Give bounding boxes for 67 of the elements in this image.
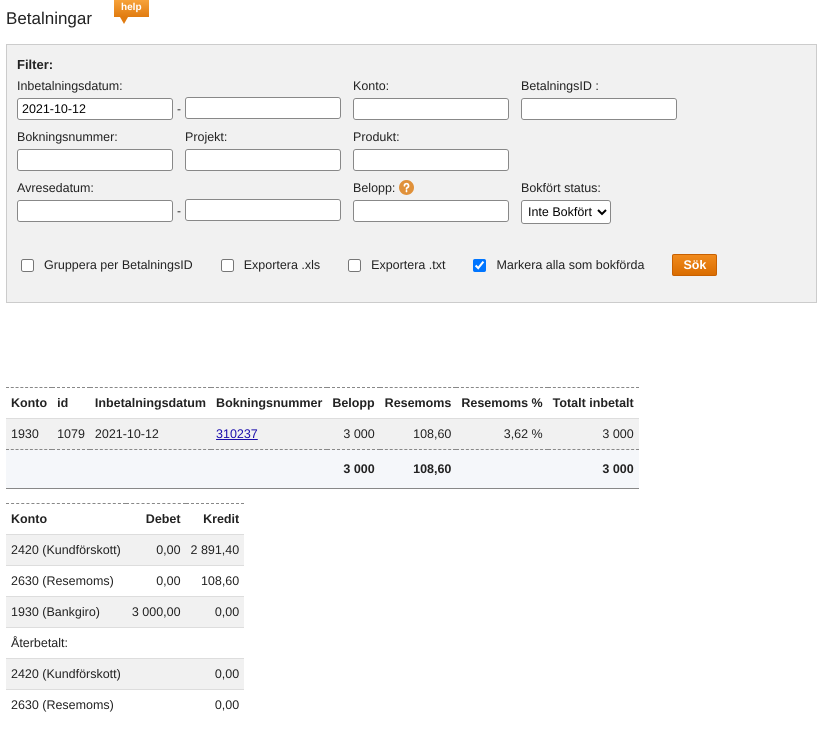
text-field[interactable] [353, 149, 509, 171]
text-field[interactable] [185, 149, 341, 171]
date-to-field[interactable] [185, 199, 341, 221]
table-cell: 0,00 [186, 596, 244, 628]
range-dash: - [176, 204, 182, 218]
text-field[interactable] [353, 98, 509, 120]
page-title: Betalningar [6, 9, 92, 29]
total-cell: 108,60 [380, 450, 456, 488]
status-select[interactable]: Inte Bokfört [521, 200, 611, 224]
column-header: Konto [6, 504, 126, 534]
table-cell: 2 891,40 [186, 534, 244, 566]
column-header: Totalt inbetalt [548, 388, 639, 418]
column-header: Konto [6, 388, 52, 418]
column-header: Debet [126, 504, 186, 534]
table-cell: 2021-10-12 [90, 418, 212, 450]
column-header: Resemoms [380, 388, 456, 418]
booking-link[interactable]: 310237 [216, 427, 258, 441]
checkbox-label: Exportera .txt [371, 258, 446, 272]
field-label: Produkt: [353, 130, 400, 144]
checkbox-label: Exportera .xls [244, 258, 320, 272]
range-dash: - [176, 102, 182, 116]
table-cell: 3 000,00 [126, 596, 186, 628]
table-cell: 2630 (Resemoms) [6, 566, 126, 596]
checkbox[interactable] [473, 258, 486, 272]
table-cell: 1930 (Bankgiro) [6, 596, 126, 628]
total-cell: 3 000 [327, 450, 380, 488]
table-cell: 0,00 [126, 534, 186, 566]
date-from-field[interactable]: 2021-10-12 [17, 98, 173, 120]
table-cell: 3 000 [327, 418, 380, 450]
field-label: Konto: [353, 79, 390, 93]
text-field[interactable] [353, 200, 509, 222]
table-cell: 1079 [52, 418, 90, 450]
help-icon[interactable] [399, 180, 414, 195]
table-cell: 3 000 [548, 418, 639, 450]
text-field[interactable] [17, 149, 173, 171]
table-cell: 0,00 [186, 658, 244, 690]
column-header: Inbetalningsdatum [90, 388, 212, 418]
column-header: Kredit [186, 504, 244, 534]
checkbox[interactable] [21, 258, 34, 272]
section-label: Återbetalt: [6, 628, 244, 658]
column-header: Bokningsnummer [211, 388, 328, 418]
table-cell: 0,00 [126, 566, 186, 596]
column-header: id [52, 388, 90, 418]
field-label: Projekt: [185, 130, 228, 144]
field-label: Belopp: [353, 180, 396, 194]
field-label: Avresedatum: [17, 181, 94, 195]
filter-title: Filter: [17, 57, 54, 72]
date-to-field[interactable] [185, 97, 341, 119]
field-label: Bokningsnummer: [17, 130, 118, 144]
checkbox[interactable] [220, 258, 234, 272]
table-cell: 1930 [6, 418, 52, 450]
total-cell: 3 000 [548, 450, 639, 488]
table-cell: 108,60 [186, 566, 244, 596]
checkbox-label: Gruppera per BetalningsID [44, 258, 193, 272]
field-label: Inbetalningsdatum: [17, 79, 123, 93]
column-header: Resemoms % [456, 388, 548, 418]
date-from-field[interactable] [17, 200, 173, 222]
column-header: Belopp [327, 388, 380, 418]
field-label: Bokfört status: [521, 181, 601, 195]
table-cell: 2420 (Kundförskott) [6, 534, 126, 566]
table-cell: 3,62 % [456, 418, 548, 450]
table-cell: 108,60 [380, 418, 456, 450]
field-label: BetalningsID : [521, 79, 599, 93]
table-cell: 2420 (Kundförskott) [6, 658, 126, 690]
checkbox[interactable] [348, 258, 362, 272]
text-field[interactable] [521, 98, 677, 120]
checkbox-label: Markera alla som bokförda [496, 258, 644, 272]
